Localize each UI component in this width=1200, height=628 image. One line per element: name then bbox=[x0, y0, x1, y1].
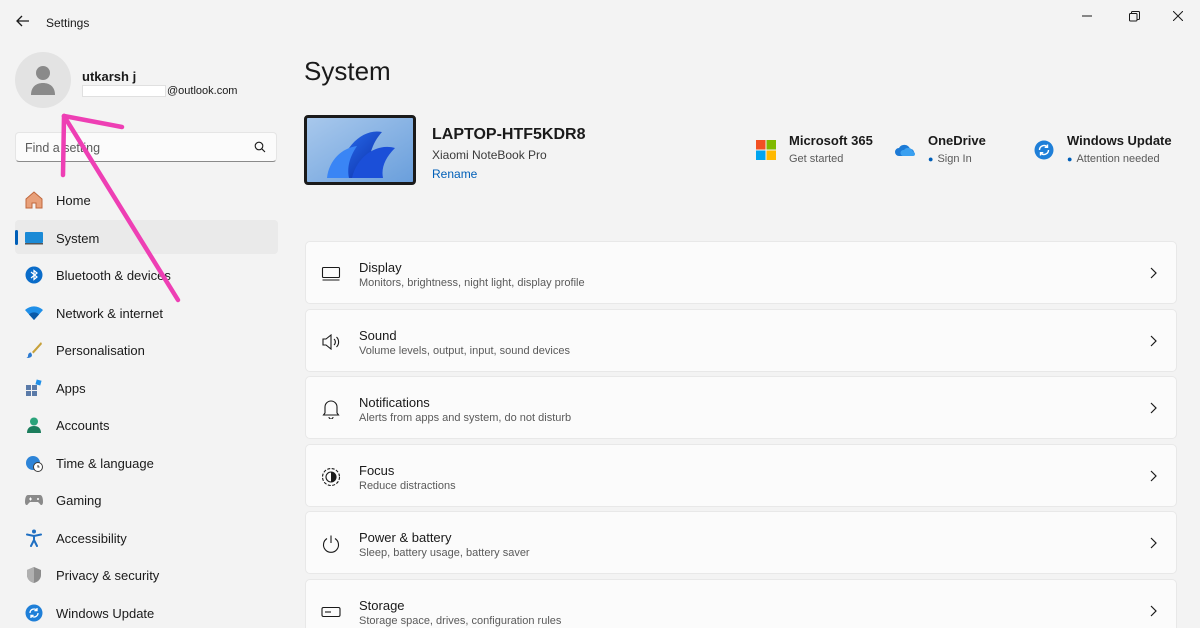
system-icon bbox=[24, 228, 44, 248]
status-dot-icon: ● bbox=[1067, 154, 1073, 164]
device-wallpaper-thumbnail bbox=[304, 115, 416, 185]
microsoft-365-link[interactable]: Microsoft 365 Get started bbox=[755, 133, 885, 173]
shield-icon bbox=[24, 565, 44, 585]
card-display[interactable]: Display Monitors, brightness, night ligh… bbox=[305, 241, 1177, 304]
card-sound[interactable]: Sound Volume levels, output, input, soun… bbox=[305, 308, 1177, 372]
gamepad-icon bbox=[24, 490, 44, 510]
brush-icon bbox=[24, 340, 44, 360]
chevron-right-icon bbox=[1150, 537, 1157, 549]
chevron-right-icon bbox=[1150, 335, 1157, 346]
back-button[interactable] bbox=[14, 12, 32, 30]
card-storage[interactable]: Storage Storage space, drives, configura… bbox=[305, 578, 1177, 628]
wifi-icon bbox=[24, 303, 44, 323]
home-icon bbox=[24, 190, 44, 210]
close-icon bbox=[1173, 11, 1183, 21]
person-icon bbox=[24, 415, 44, 435]
rename-link[interactable]: Rename bbox=[432, 167, 477, 181]
globe-clock-icon bbox=[24, 453, 44, 473]
title-bar: Settings bbox=[0, 0, 1200, 40]
storage-icon bbox=[320, 601, 342, 623]
sidebar-item-time-language[interactable]: Time & language bbox=[15, 445, 278, 479]
sidebar-item-bluetooth[interactable]: Bluetooth & devices bbox=[15, 257, 278, 291]
card-power-battery[interactable]: Power & battery Sleep, battery usage, ba… bbox=[305, 511, 1177, 574]
sidebar-item-accessibility[interactable]: Accessibility bbox=[15, 520, 278, 554]
onedrive-cloud-icon bbox=[894, 139, 916, 161]
search-box[interactable] bbox=[15, 132, 277, 162]
close-button[interactable] bbox=[1155, 6, 1200, 26]
status-dot-icon: ● bbox=[928, 154, 934, 164]
chevron-right-icon bbox=[1150, 605, 1157, 616]
sidebar-nav: Home System Bluetooth & devices Network … bbox=[15, 182, 278, 628]
monitor-icon bbox=[320, 263, 342, 285]
email-redaction bbox=[82, 85, 166, 97]
card-notifications[interactable]: Notifications Alerts from apps and syste… bbox=[305, 376, 1177, 439]
restore-button[interactable] bbox=[1111, 6, 1157, 26]
chevron-right-icon bbox=[1150, 402, 1157, 414]
apps-icon bbox=[24, 378, 44, 398]
user-name: utkarsh j bbox=[82, 69, 137, 84]
chevron-right-icon bbox=[1150, 470, 1157, 481]
focus-icon bbox=[320, 466, 342, 488]
device-model: Xiaomi NoteBook Pro bbox=[432, 148, 547, 162]
search-icon[interactable] bbox=[254, 141, 266, 153]
page-title: System bbox=[304, 56, 391, 86]
user-email: @outlook.com bbox=[82, 85, 237, 97]
speaker-icon bbox=[320, 331, 342, 353]
restore-icon bbox=[1128, 10, 1140, 21]
sidebar-item-windows-update[interactable]: Windows Update bbox=[15, 595, 278, 628]
onedrive-link[interactable]: OneDrive ● Sign In bbox=[894, 133, 994, 173]
update-icon bbox=[24, 603, 44, 623]
sidebar-item-personalisation[interactable]: Personalisation bbox=[15, 332, 278, 366]
person-placeholder-icon bbox=[31, 66, 55, 95]
email-suffix: @outlook.com bbox=[167, 85, 238, 97]
windows-update-link[interactable]: Windows Update ● Attention needed bbox=[1033, 133, 1183, 173]
windows-update-icon bbox=[1033, 139, 1055, 161]
microsoft-logo-icon bbox=[755, 139, 777, 161]
windows-bloom-wallpaper bbox=[307, 118, 413, 182]
bluetooth-icon bbox=[24, 265, 44, 285]
arrow-left-icon bbox=[16, 15, 29, 27]
sidebar-item-system[interactable]: System bbox=[15, 219, 278, 254]
power-icon bbox=[320, 533, 342, 555]
chevron-right-icon bbox=[1150, 267, 1157, 279]
search-input[interactable] bbox=[25, 139, 245, 157]
sidebar-item-apps[interactable]: Apps bbox=[15, 370, 278, 404]
accessibility-icon bbox=[24, 528, 44, 548]
sidebar-item-gaming[interactable]: Gaming bbox=[15, 482, 278, 516]
sidebar-item-privacy[interactable]: Privacy & security bbox=[15, 557, 278, 591]
sidebar-item-home[interactable]: Home bbox=[15, 182, 278, 216]
bell-icon bbox=[320, 398, 342, 420]
minimize-button[interactable] bbox=[1064, 6, 1110, 26]
sidebar-item-accounts[interactable]: Accounts bbox=[15, 407, 278, 441]
card-focus[interactable]: Focus Reduce distractions bbox=[305, 443, 1177, 507]
window-title: Settings bbox=[46, 16, 90, 30]
avatar[interactable] bbox=[15, 52, 71, 108]
settings-list: Display Monitors, brightness, night ligh… bbox=[305, 241, 1177, 628]
sidebar-item-network[interactable]: Network & internet bbox=[15, 295, 278, 329]
device-name: LAPTOP-HTF5KDR8 bbox=[432, 126, 586, 143]
minimize-icon bbox=[1082, 15, 1092, 17]
